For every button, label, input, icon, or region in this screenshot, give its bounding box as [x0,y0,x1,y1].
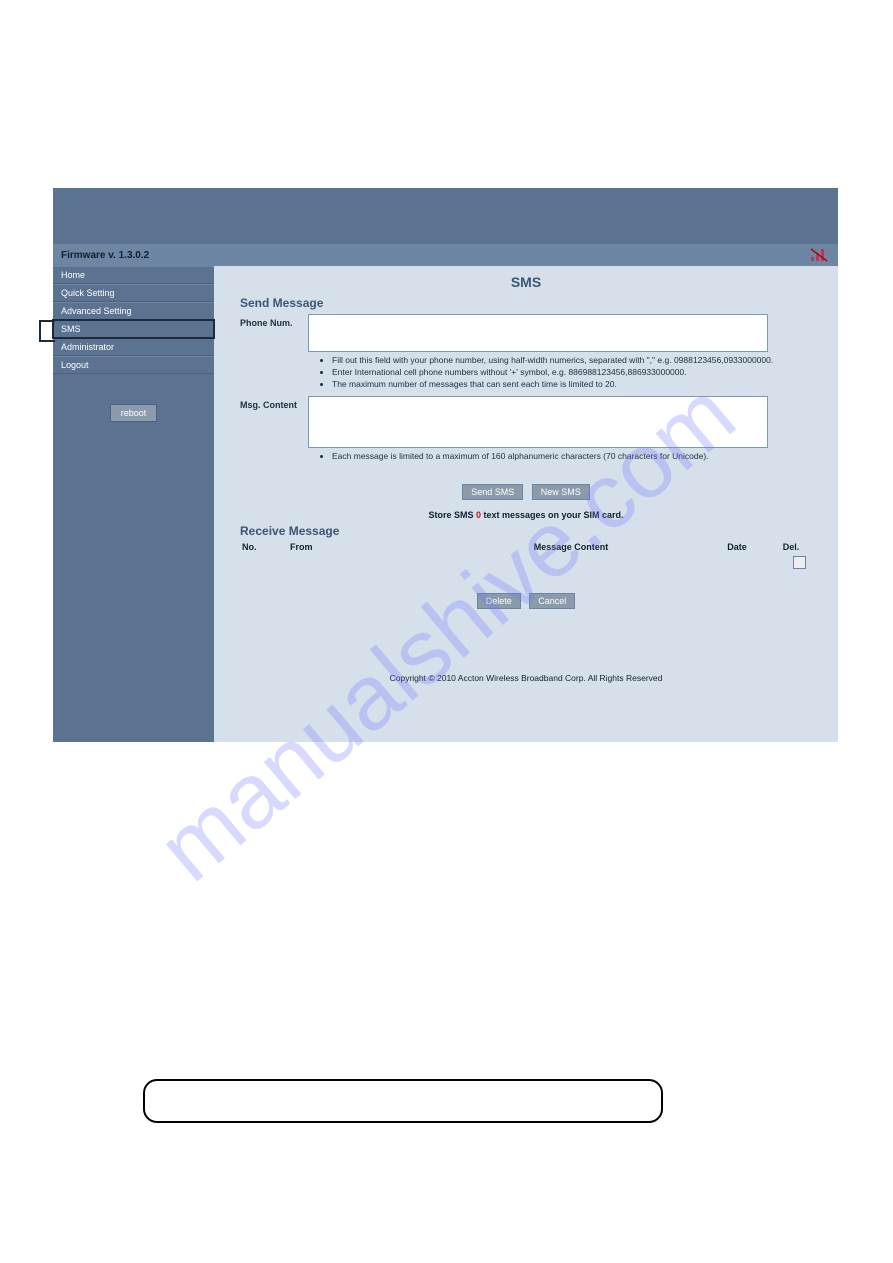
footnote-box [143,1079,663,1123]
col-date: Date [702,542,772,552]
firmware-version: Firmware v. 1.3.0.2 [61,250,149,261]
phone-hint-1: Fill out this field with your phone numb… [332,355,812,366]
store-suffix: text messages on your SIM card. [481,510,624,520]
copyright-text: Copyright © 2010 Accton Wireless Broadba… [240,673,812,683]
nav-advanced-setting[interactable]: Advanced Setting [53,302,214,320]
phone-number-label: Phone Num. [240,314,298,352]
header-band [53,188,838,244]
store-prefix: Store SMS [428,510,476,520]
firmware-bar: Firmware v. 1.3.0.2 [53,244,838,266]
phone-number-input[interactable] [308,314,768,352]
new-sms-button[interactable]: New SMS [532,484,590,500]
receive-message-heading: Receive Message [240,524,812,538]
content-pane: SMS Send Message Phone Num. Fill out thi… [214,266,838,742]
message-content-label: Msg. Content [240,396,298,448]
message-hint-1: Each message is limited to a maximum of … [332,451,812,462]
phone-hint-2: Enter International cell phone numbers w… [332,367,812,378]
col-from: From [290,542,440,552]
nav-administrator[interactable]: Administrator [53,338,214,356]
send-message-heading: Send Message [240,296,812,310]
message-content-input[interactable] [308,396,768,448]
select-all-checkbox[interactable] [793,556,806,569]
nav-sms[interactable]: SMS [53,320,214,338]
stored-sms-line: Store SMS 0 text messages on your SIM ca… [240,510,812,520]
signal-icon [810,248,828,262]
nav-menu: Home Quick Setting Advanced Setting SMS … [53,266,214,374]
col-del: Del. [772,542,810,552]
page-title: SMS [240,274,812,290]
delete-button[interactable]: Delete [477,593,521,609]
message-hints: Each message is limited to a maximum of … [318,451,812,462]
receive-table-header: No. From Message Content Date Del. [240,542,812,552]
sidebar: Home Quick Setting Advanced Setting SMS … [53,266,214,742]
receive-table-body [240,552,812,569]
col-content: Message Content [440,542,702,552]
phone-hints: Fill out this field with your phone numb… [318,355,812,390]
reboot-button[interactable]: reboot [110,404,158,422]
phone-hint-3: The maximum number of messages that can … [332,379,812,390]
nav-logout[interactable]: Logout [53,356,214,374]
send-sms-button[interactable]: Send SMS [462,484,523,500]
nav-quick-setting[interactable]: Quick Setting [53,284,214,302]
cancel-button[interactable]: Cancel [529,593,575,609]
nav-home[interactable]: Home [53,266,214,284]
router-admin-screenshot: Firmware v. 1.3.0.2 Home Quick Setting A… [53,188,838,742]
col-no: No. [242,542,290,552]
